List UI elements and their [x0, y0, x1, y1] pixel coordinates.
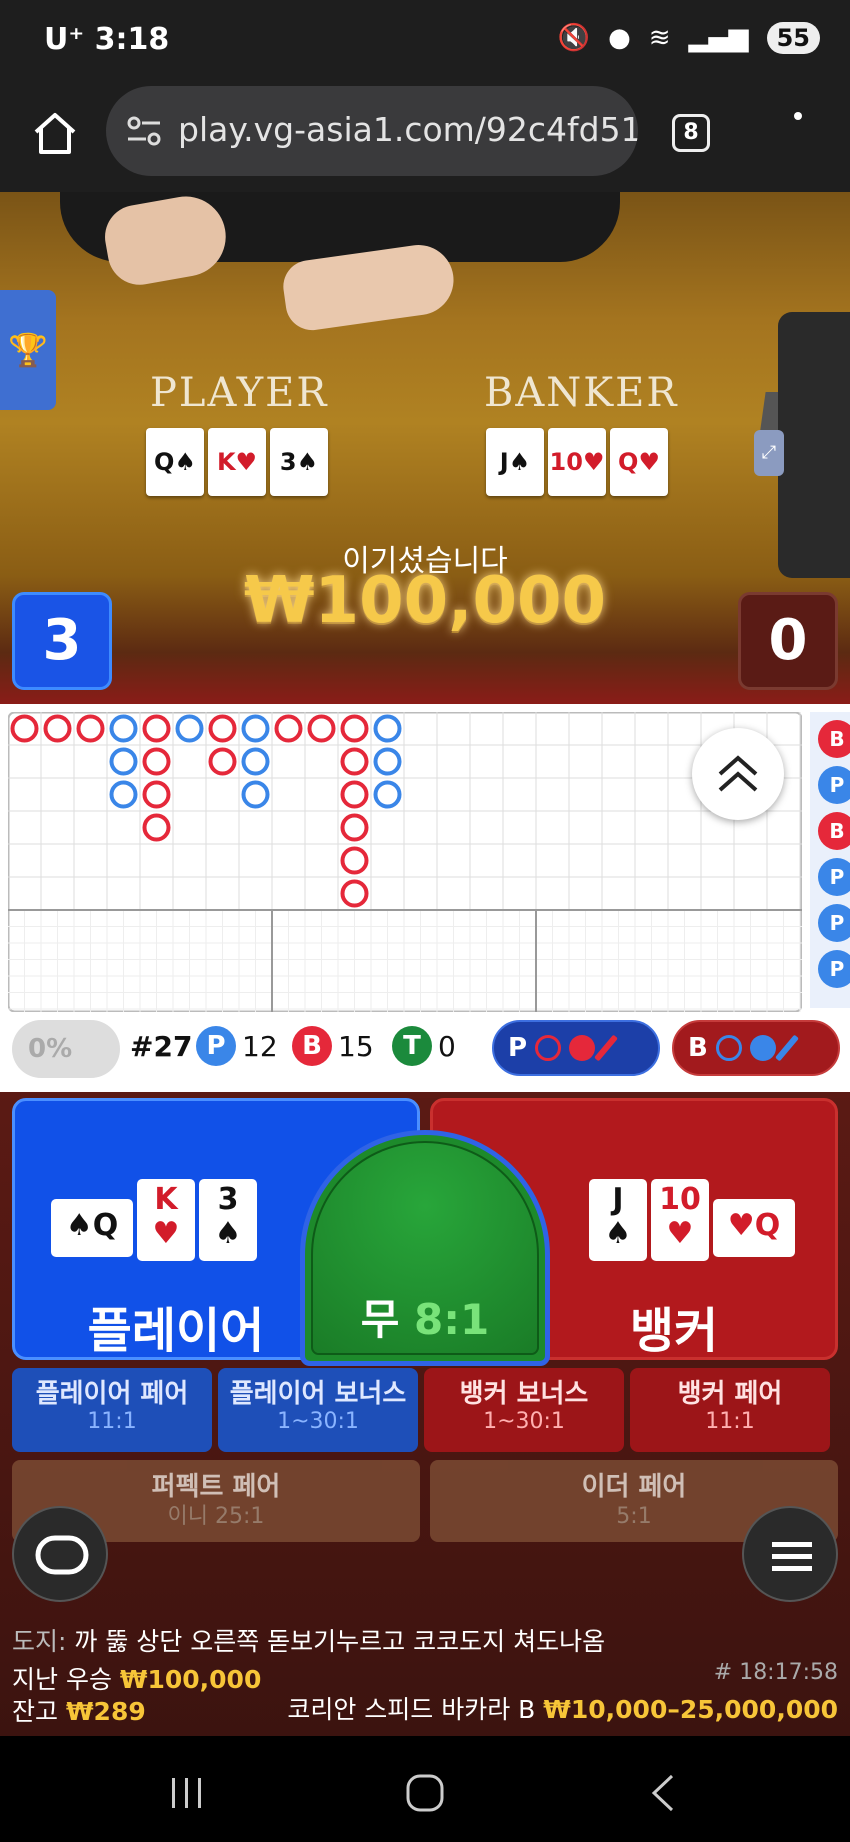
chat-line: 도지: 까 뚫 상단 오른쪽 돋보기누르고 코코도지 쳐도나옴	[12, 1622, 605, 1658]
round-number: #27	[130, 1030, 193, 1063]
hamburger-icon	[772, 1542, 812, 1571]
carrier-time: U⁺ 3:18	[44, 22, 170, 57]
player-pair-bet[interactable]: 플레이어 페어 11:1	[12, 1368, 212, 1452]
round-time: # 18:17:58	[713, 1660, 838, 1685]
chat-message: 까 뚫 상단 오른쪽 돋보기누르고 코코도지 쳐도나옴	[74, 1627, 606, 1656]
banker-pair-bet[interactable]: 뱅커 페어 11:1	[630, 1368, 830, 1452]
balance: 잔고 ₩289	[12, 1697, 146, 1726]
banker-count: B 15	[292, 1026, 374, 1066]
status-bar: U⁺ 3:18 🔇 ● ≋ ▂▄▆ 55	[0, 0, 850, 80]
table-limits: ₩10,000–25,000,000	[543, 1695, 838, 1724]
chat-icon	[35, 1535, 89, 1575]
road-dot: P	[818, 904, 850, 942]
slash-icon	[594, 1034, 619, 1062]
live-video: PLAYER BANKER Q♠ K♥ 3♠ J♠ 10♥ Q♥ ⤢ 🏆 이기셨…	[0, 192, 850, 704]
card: J♠	[486, 428, 544, 496]
card: 3♠	[270, 428, 328, 496]
dot-icon	[569, 1035, 596, 1061]
player-cards: ♠Q K ♥ 3 ♠	[51, 1179, 257, 1261]
expand-icon[interactable]: ⤢	[754, 430, 784, 476]
stats-row: 0% #27 P 12 B 15 T 0 P B	[0, 1014, 850, 1092]
slash-icon	[774, 1034, 799, 1062]
road-dot: P	[818, 950, 850, 988]
road-dot: B	[818, 720, 850, 758]
table-name: 코리안 스피드 바카라 B	[287, 1695, 536, 1724]
recent-apps-icon[interactable]	[162, 1768, 212, 1818]
menu-button[interactable]	[742, 1506, 838, 1602]
road-dot: P	[818, 766, 850, 804]
banker-dot: B	[292, 1026, 332, 1066]
tie-label: 무 8:1	[360, 1295, 490, 1344]
player-bonus-bet[interactable]: 플레이어 보너스 1~30:1	[218, 1368, 418, 1452]
back-icon[interactable]	[640, 1768, 690, 1818]
last-win: 지난 우승 ₩100,000	[12, 1665, 262, 1694]
player-predict-button[interactable]: P	[492, 1020, 660, 1076]
collapse-roadmap-button[interactable]	[692, 728, 784, 820]
tie-bet-spot[interactable]: 무 8:1	[300, 1130, 550, 1366]
last-win-value: ₩100,000	[119, 1665, 262, 1694]
circle-icon	[535, 1035, 562, 1061]
road-frame	[8, 712, 802, 1012]
player-dot: P	[196, 1026, 236, 1066]
banker-score: 0	[738, 592, 838, 690]
system-nav-bar	[0, 1736, 850, 1842]
mini-road-strip: B P B P P P	[810, 712, 850, 1008]
dot-icon	[749, 1035, 776, 1061]
tie-count-value: 0	[438, 1029, 456, 1063]
road-dot: B	[818, 812, 850, 850]
table-player-label: PLAYER	[150, 370, 329, 416]
circle-icon	[715, 1035, 742, 1061]
card: J♠	[589, 1179, 647, 1261]
banker-cards-table: J♠ 10♥ Q♥	[486, 428, 668, 498]
site-settings-icon[interactable]	[126, 116, 162, 146]
card: 3♠	[199, 1179, 257, 1261]
win-amount: ₩100,000	[243, 564, 607, 638]
card: ♠Q	[51, 1199, 133, 1257]
card: Q♠	[146, 428, 204, 496]
tie-odds: 8:1	[414, 1295, 490, 1344]
card: K♥	[208, 428, 266, 496]
card: 10♥	[651, 1179, 709, 1261]
banker-cards: J ♠ 10 ♥ ♥Q	[589, 1179, 795, 1261]
chat-user: 도지:	[12, 1627, 67, 1656]
card: K♥	[137, 1179, 195, 1261]
home-nav-icon[interactable]	[400, 1768, 450, 1818]
balance-value: ₩289	[65, 1697, 146, 1726]
location-icon: ●	[608, 23, 631, 53]
banker-count-value: 15	[338, 1029, 374, 1063]
bead-road	[8, 712, 802, 1012]
more-menu-icon[interactable]	[790, 110, 806, 150]
banker-bonus-bet[interactable]: 뱅커 보너스 1~30:1	[424, 1368, 624, 1452]
wifi-icon: ≋	[648, 23, 671, 53]
signal-icon: ▂▄▆	[688, 23, 749, 53]
double-chevron-up-icon	[718, 755, 758, 792]
home-icon[interactable]	[30, 108, 80, 158]
tab-switcher-button[interactable]: 8	[672, 114, 710, 152]
table-info: 코리안 스피드 바카라 B ₩10,000–25,000,000	[287, 1690, 838, 1726]
mute-icon: 🔇	[557, 23, 591, 53]
tie-dot: T	[392, 1026, 432, 1066]
screen: U⁺ 3:18 🔇 ● ≋ ▂▄▆ 55 play.vg-asia1.com/9…	[0, 0, 850, 1842]
card: 10♥	[548, 428, 606, 496]
chat-button[interactable]	[12, 1506, 108, 1602]
table-banker-label: BANKER	[484, 370, 679, 416]
pair-bets: 퍼펙트 페어 이니 25:1 이더 페어 5:1	[12, 1460, 838, 1542]
url-text: play.vg-asia1.com/92c4fd51c	[178, 110, 638, 149]
browser-toolbar: play.vg-asia1.com/92c4fd51c 8	[0, 80, 850, 192]
address-bar[interactable]: play.vg-asia1.com/92c4fd51c	[106, 86, 638, 176]
side-bets: 플레이어 페어 11:1 플레이어 보너스 1~30:1 뱅커 보너스 1~30:1 …	[12, 1368, 830, 1452]
trophy-icon[interactable]: 🏆	[0, 290, 56, 410]
card: Q♥	[610, 428, 668, 496]
road-dot: P	[818, 858, 850, 896]
percent-toggle[interactable]: 0%	[12, 1020, 120, 1078]
player-cards-table: Q♠ K♥ 3♠	[146, 428, 328, 498]
battery-icon: 55	[766, 22, 820, 54]
player-count-value: 12	[242, 1029, 278, 1063]
player-count: P 12	[196, 1026, 278, 1066]
banker-predict-button[interactable]: B	[672, 1020, 840, 1076]
player-score: 3	[12, 592, 112, 690]
card: ♥Q	[713, 1199, 795, 1257]
tie-count: T 0	[392, 1026, 456, 1066]
status-icons: 🔇 ● ≋ ▂▄▆ 55	[558, 22, 820, 54]
